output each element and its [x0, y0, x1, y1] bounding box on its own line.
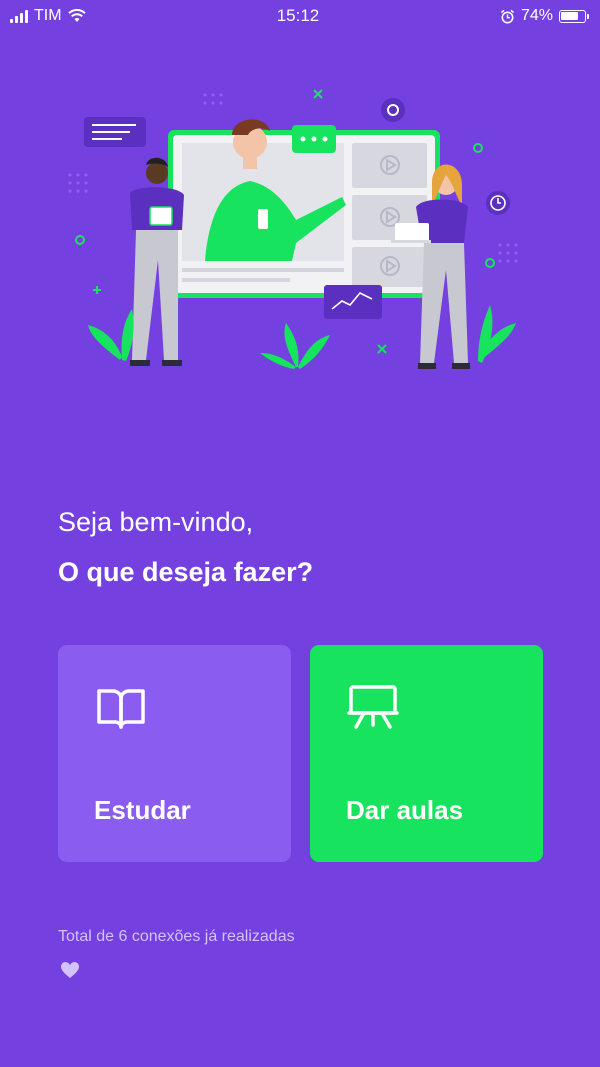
online-classroom-illustration: [68, 89, 518, 369]
video-screen: [168, 130, 440, 298]
study-button[interactable]: Estudar: [58, 645, 291, 862]
clock-icon: [486, 191, 510, 215]
chart-card: [324, 285, 382, 319]
greeting-line1: Seja bem-vindo,: [58, 507, 254, 537]
heart-icon: [61, 961, 79, 978]
chat-bubble-green: [292, 125, 336, 153]
status-left: TIM: [10, 7, 210, 25]
connections-text: Total de 6 conexões já realizadas: [58, 928, 295, 945]
greeting: Seja bem-vindo, O que deseja fazer?: [58, 497, 313, 597]
signal-icon: [10, 9, 28, 23]
teach-button-label: Dar aulas: [346, 795, 464, 825]
presentation-icon: [347, 685, 399, 729]
carrier-name: TIM: [34, 7, 62, 24]
status-bar: TIM 15:12 74%: [0, 0, 600, 32]
connections-total: Total de 6 conexões já realizadas: [58, 920, 318, 986]
battery-percent: 74%: [520, 7, 553, 24]
alarm-icon: [500, 9, 514, 23]
status-time: 15:12: [276, 6, 320, 25]
wifi-icon: [67, 9, 86, 22]
gear-icon: [381, 98, 405, 122]
battery-icon: [558, 9, 589, 23]
teach-button[interactable]: Dar aulas: [310, 645, 543, 862]
status-right: 74%: [386, 7, 589, 25]
greeting-question: O que deseja fazer?: [58, 557, 314, 587]
study-button-label: Estudar: [94, 795, 191, 825]
battery-level: [561, 12, 578, 20]
book-icon: [97, 689, 145, 729]
